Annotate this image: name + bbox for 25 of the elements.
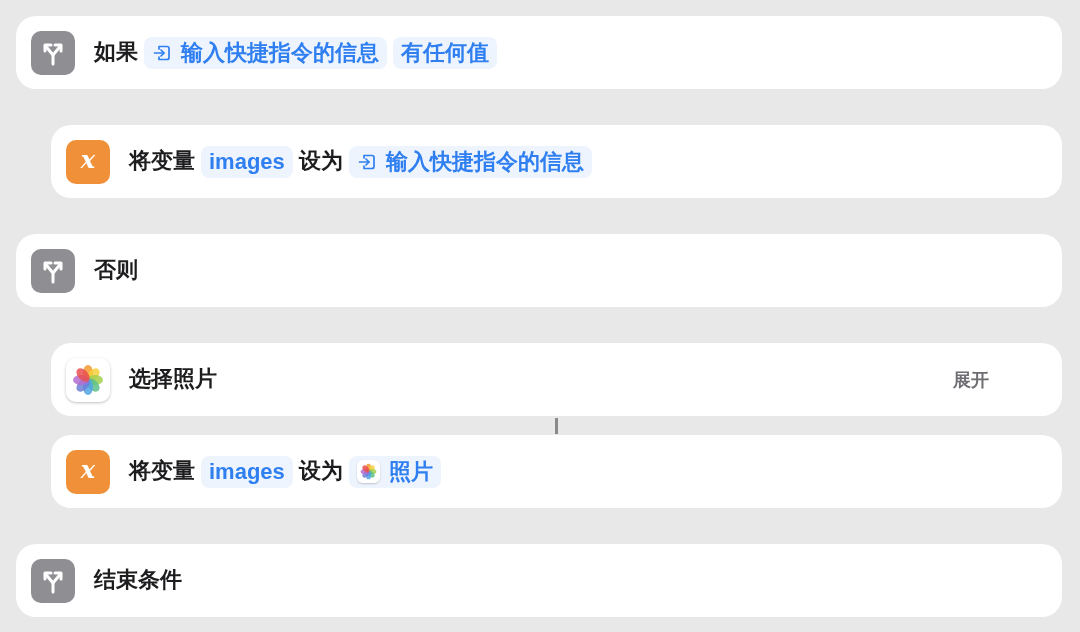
parameter-token[interactable]: 输入快捷指令的信息 [348,145,592,178]
parameter-token[interactable]: images [201,145,293,178]
variable-icon: x [66,139,110,184]
action-label: 将变量 [129,458,195,485]
action-label: 结束条件 [94,567,182,594]
action-label: 设为 [298,458,343,485]
flower-icon [356,460,380,483]
action-card[interactable]: 如果 输入快捷指令的信息 有任何值 [16,16,1062,89]
action-label: 设为 [298,148,343,175]
action-card[interactable]: 否则 [16,234,1062,307]
action-label: 如果 [94,39,138,66]
variable-icon: x [66,449,110,494]
action-card[interactable]: 选择照片 展开 [51,343,1062,416]
parameter-token[interactable]: 有任何值 [393,36,497,69]
flower-icon [66,357,110,402]
action-label: 选择照片 [129,366,217,393]
action-card[interactable]: x 将变量 images 设为 输入快捷指令的信息 [51,125,1062,198]
parameter-token[interactable]: 照片 [348,455,441,488]
action-label: 否则 [94,257,138,284]
action-card[interactable]: 结束条件 [16,544,1062,617]
parameter-token[interactable]: 输入快捷指令的信息 [144,36,387,69]
expand-button[interactable]: 展开 [945,363,997,396]
action-card[interactable]: x 将变量 images 设为 照片 [51,435,1062,508]
parameter-token[interactable]: images [201,455,293,488]
action-label: 将变量 [129,148,195,175]
